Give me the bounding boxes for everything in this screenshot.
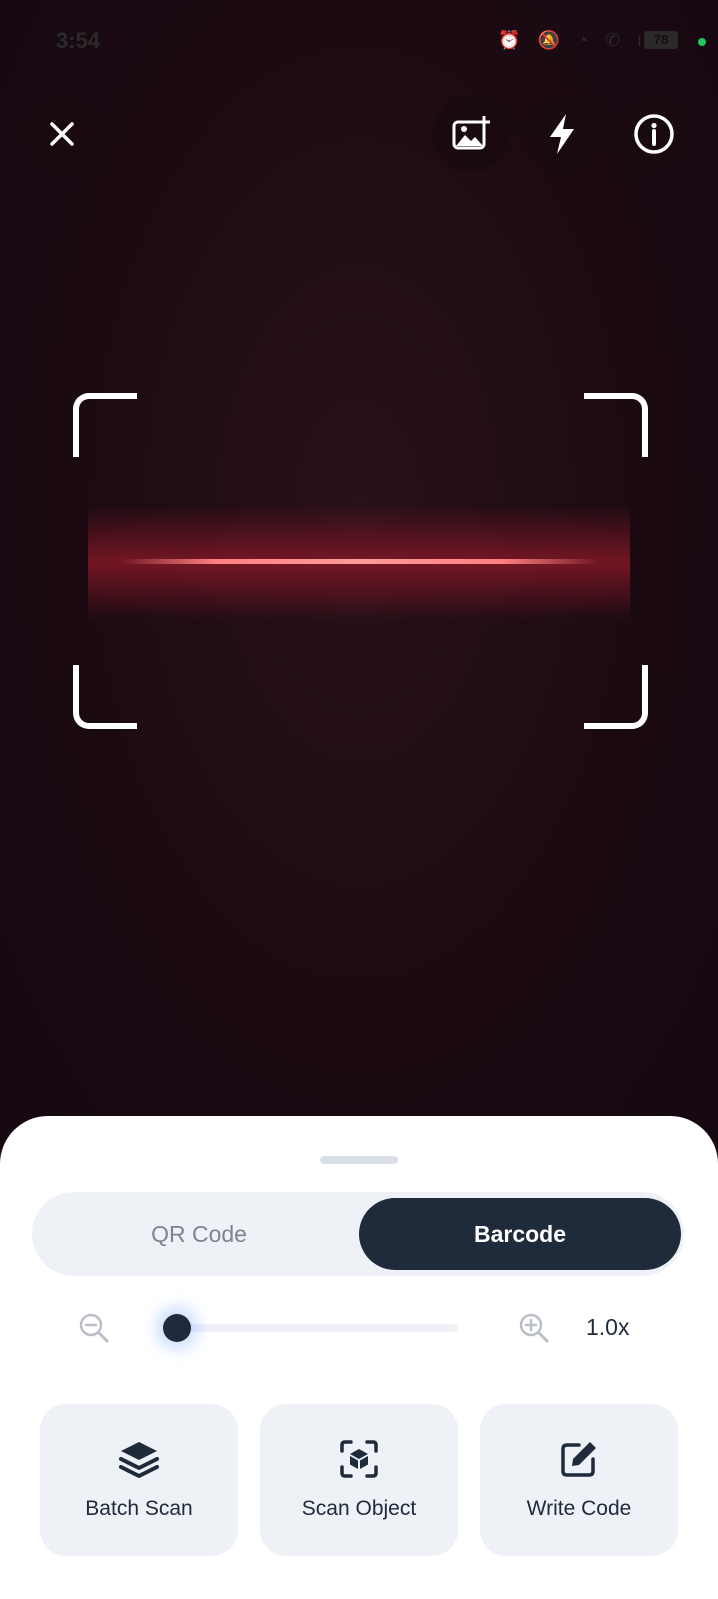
zoom-slider-track[interactable]	[176, 1324, 458, 1332]
scan-mode-toggle: QR Code Barcode	[32, 1192, 684, 1276]
flash-icon	[550, 114, 574, 154]
write-code-label: Write Code	[526, 1497, 632, 1520]
info-icon	[634, 114, 674, 154]
layers-icon	[119, 1442, 159, 1478]
scan-cube-icon	[340, 1440, 378, 1478]
scan-frame-corner-bottom-left	[73, 665, 137, 729]
status-icons: ⏰ 🔕 ◔ ✆ ıl	[498, 30, 658, 50]
scan-frame-corner-top-right	[584, 393, 648, 457]
edit-icon	[561, 1442, 596, 1477]
info-button[interactable]	[616, 96, 692, 172]
scan-frame-corner-bottom-right	[584, 665, 648, 729]
zoom-control: 1.0x	[0, 1296, 718, 1356]
barcode-tab[interactable]: Barcode	[359, 1198, 681, 1270]
scan-laser-line	[120, 559, 598, 564]
image-add-icon	[452, 116, 490, 150]
zoom-slider-knob[interactable]	[163, 1314, 191, 1342]
batch-scan-button[interactable]: Batch Scan	[40, 1404, 238, 1556]
gallery-button[interactable]	[433, 96, 509, 172]
qr-code-tab[interactable]: QR Code	[38, 1198, 360, 1270]
bottom-sheet: QR Code Barcode 1.0x Batch Scan Scan Obj…	[0, 1116, 718, 1599]
privacy-dot	[698, 38, 706, 46]
close-button[interactable]	[24, 96, 100, 172]
zoom-in-icon[interactable]	[518, 1312, 550, 1344]
zoom-value: 1.0x	[586, 1314, 630, 1340]
scan-frame-corner-top-left	[73, 393, 137, 457]
write-code-button[interactable]: Write Code	[480, 1404, 678, 1556]
batch-scan-label: Batch Scan	[85, 1497, 193, 1520]
close-icon	[50, 122, 74, 146]
sheet-handle[interactable]	[320, 1156, 398, 1164]
status-bar: 3:54 ⏰ 🔕 ◔ ✆ ıl 78	[0, 26, 718, 56]
scan-object-label: Scan Object	[301, 1497, 417, 1520]
scan-object-button[interactable]: Scan Object	[260, 1404, 458, 1556]
status-time: 3:54	[56, 28, 101, 53]
action-buttons: Batch Scan Scan Object Write Code	[40, 1404, 680, 1556]
flash-button[interactable]	[524, 96, 600, 172]
zoom-out-icon[interactable]	[78, 1312, 110, 1344]
camera-viewfinder: 3:54 ⏰ 🔕 ◔ ✆ ıl 78	[0, 0, 718, 1140]
battery-indicator: 78	[644, 31, 678, 49]
